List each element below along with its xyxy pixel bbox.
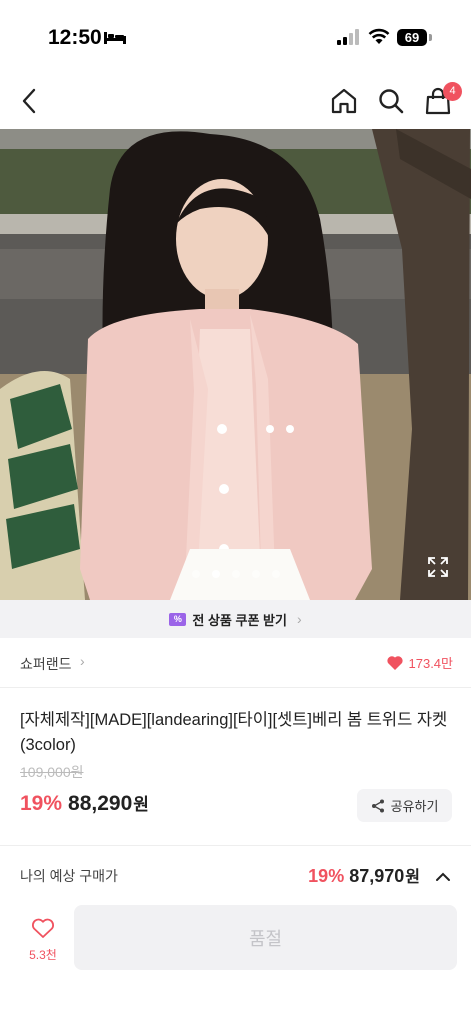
shop-name-link[interactable]: 쇼퍼랜드: [20, 654, 72, 674]
home-icon: [331, 88, 357, 114]
product-image-carousel[interactable]: [0, 129, 471, 600]
coupon-label: 전 상품 쿠폰 받기: [192, 612, 287, 628]
coupon-banner[interactable]: % 전 상품 쿠폰 받기 ›: [0, 600, 471, 638]
wishlist-count: 5.3천: [29, 948, 57, 962]
sale-price: 88,290: [68, 792, 133, 815]
carousel-dot[interactable]: [191, 570, 200, 578]
estimated-value: 87,970: [349, 866, 405, 886]
shop-likes-count: 173.4만: [408, 656, 454, 671]
estimated-price-label: 나의 예상 구매가: [20, 868, 118, 884]
divider: [0, 845, 471, 846]
discount-rate: 19%: [20, 792, 63, 815]
bottom-action-bar: 5.3천 품절: [0, 900, 471, 1024]
estimated-discount: 19%: [308, 866, 345, 886]
chevron-up-icon[interactable]: [435, 872, 451, 882]
estimated-price-row[interactable]: 나의 예상 구매가 19% 87,970 원: [0, 856, 471, 896]
product-photo: [0, 129, 471, 600]
battery-indicator: 69: [397, 29, 427, 46]
chevron-right-icon: ›: [296, 611, 302, 627]
search-icon: [379, 89, 404, 114]
product-title: [자체제작][MADE][landearing][타이][셋트]베리 봄 트위드…: [20, 711, 448, 754]
bed-icon: [104, 32, 126, 44]
top-nav: [0, 74, 471, 128]
back-icon: [22, 88, 36, 114]
carousel-dot[interactable]: [251, 570, 260, 578]
original-price: 109,000원: [20, 764, 84, 780]
sold-out-button[interactable]: 품절: [74, 905, 457, 970]
battery-cap: [429, 34, 432, 41]
carousel-indicator: [0, 570, 471, 578]
carousel-dot-active[interactable]: [211, 570, 220, 578]
coupon-icon: %: [169, 612, 187, 626]
carousel-dot[interactable]: [231, 570, 240, 578]
heart-filled-icon: [386, 655, 403, 670]
expand-icon[interactable]: [427, 556, 449, 578]
wishlist-button[interactable]: 5.3천: [20, 918, 66, 963]
price-row: 19% 88,290 원: [20, 790, 149, 816]
cart-badge: 4: [443, 82, 462, 101]
home-button[interactable]: [327, 84, 361, 118]
search-button[interactable]: [374, 84, 408, 118]
currency: 원: [405, 869, 420, 886]
shop-row: 쇼퍼랜드 › 173.4만: [0, 638, 471, 688]
share-button[interactable]: 공유하기: [357, 789, 452, 822]
heart-outline-icon: [32, 918, 54, 938]
signal-icon: [337, 29, 359, 45]
status-time: 12:50: [48, 26, 102, 49]
chevron-right-icon: ›: [80, 653, 85, 669]
estimated-price: 19% 87,970 원: [308, 863, 451, 887]
shop-likes[interactable]: 173.4만: [386, 653, 454, 672]
carousel-dot[interactable]: [271, 570, 280, 578]
back-button[interactable]: [12, 84, 46, 118]
share-icon: [371, 799, 384, 812]
share-label: 공유하기: [390, 799, 439, 814]
status-bar: 12:50 69: [0, 0, 471, 70]
wifi-icon: [368, 28, 390, 44]
currency: 원: [133, 795, 149, 814]
